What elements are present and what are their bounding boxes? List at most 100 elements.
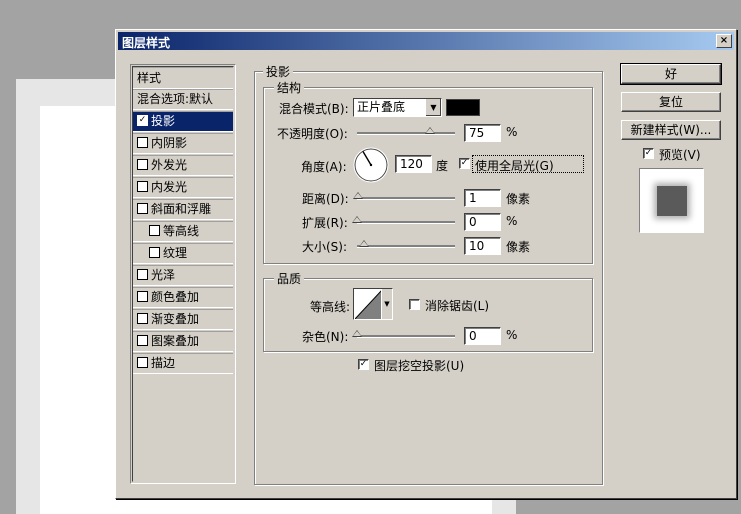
outer-glow-checkbox[interactable] [137,159,148,170]
size-slider-thumb[interactable] [359,240,369,247]
styles-list-header[interactable]: 样式 [133,67,233,89]
inner-glow-checkbox[interactable] [137,181,148,192]
ok-button[interactable]: 好 [620,63,722,85]
style-item-drop-shadow[interactable]: ✓ 投影 [133,111,233,132]
style-item-label: 光泽 [151,268,176,282]
contour-dropdown-icon[interactable]: ▼ [381,289,392,319]
distance-unit: 像素 [506,192,531,206]
pattern-overlay-checkbox[interactable] [137,335,148,346]
style-item-label: 内阴影 [151,136,188,150]
drop-shadow-section-title: 投影 [263,63,294,80]
style-item-label: 内发光 [151,180,188,194]
style-item-contour[interactable]: 等高线 [133,221,233,242]
blend-mode-select[interactable]: 正片叠底 ▼ [353,98,442,117]
distance-slider-thumb[interactable] [353,192,363,199]
close-button[interactable]: × [716,34,732,48]
dialog-titlebar[interactable]: 图层样式 × [118,32,734,50]
style-item-label: 斜面和浮雕 [151,202,212,216]
size-slider-track[interactable] [357,245,455,248]
style-item-label: 图案叠加 [151,334,200,348]
opacity-input[interactable]: 75 [464,124,501,142]
style-item-satin[interactable]: 光泽 [133,265,233,286]
contour-checkbox[interactable] [149,225,160,236]
style-item-label: 渐变叠加 [151,312,200,326]
angle-unit: 度 [436,159,449,173]
global-light-checkbox[interactable]: ✓ [459,158,470,169]
styles-list-inner: 样式 混合选项:默认 ✓ 投影 内阴影 外发光 内发光 斜面和浮雕 等高线 纹理… [132,66,234,482]
gradient-overlay-checkbox[interactable] [137,313,148,324]
styles-list: 样式 混合选项:默认 ✓ 投影 内阴影 外发光 内发光 斜面和浮雕 等高线 纹理… [130,64,236,484]
new-style-button[interactable]: 新建样式(W)... [621,120,721,140]
style-item-label: 颜色叠加 [151,290,200,304]
spread-unit: % [506,214,518,228]
size-unit: 像素 [506,240,531,254]
spread-label: 扩展(R): [302,216,348,230]
style-item-inner-shadow[interactable]: 内阴影 [133,133,233,154]
noise-label: 杂色(N): [302,330,349,344]
spread-slider-track[interactable] [357,221,455,224]
global-light-label[interactable]: 使用全局光(G) [475,157,554,174]
contour-curve-icon [355,290,382,319]
structure-title: 结构 [274,79,305,96]
style-item-inner-glow[interactable]: 内发光 [133,177,233,198]
layer-style-dialog: 图层样式 × 样式 混合选项:默认 ✓ 投影 内阴影 外发光 内发光 斜面和浮雕… [115,29,737,499]
noise-slider-track[interactable] [357,335,455,338]
noise-input[interactable]: 0 [464,327,501,345]
style-item-label: 外发光 [151,158,188,172]
shadow-color-swatch[interactable] [446,99,480,116]
spread-slider-thumb[interactable] [352,216,362,223]
distance-label: 距离(D): [302,192,349,206]
blend-options-item[interactable]: 混合选项:默认 [133,89,233,110]
angle-input[interactable]: 120 [395,155,432,173]
contour-label: 等高线: [310,300,351,314]
stroke-checkbox[interactable] [137,357,148,368]
style-item-outer-glow[interactable]: 外发光 [133,155,233,176]
quality-title: 品质 [274,270,305,287]
opacity-slider-thumb[interactable] [425,127,435,134]
knockout-label[interactable]: 图层挖空投影(U) [374,357,464,374]
angle-label: 角度(A): [301,160,347,174]
distance-slider-track[interactable] [357,197,455,200]
noise-slider-thumb[interactable] [352,330,362,337]
style-item-gradient-overlay[interactable]: 渐变叠加 [133,309,233,330]
contour-picker[interactable]: ▼ [353,288,393,320]
style-item-color-overlay[interactable]: 颜色叠加 [133,287,233,308]
style-preview [639,168,704,233]
size-input[interactable]: 10 [464,237,501,255]
texture-checkbox[interactable] [149,247,160,258]
opacity-label: 不透明度(O): [277,127,348,141]
size-label: 大小(S): [302,240,348,254]
style-item-label: 投影 [151,114,176,128]
style-item-stroke[interactable]: 描边 [133,353,233,374]
satin-checkbox[interactable] [137,269,148,280]
preview-label[interactable]: 预览(V) [659,146,701,163]
close-icon: × [719,35,729,46]
style-item-pattern-overlay[interactable]: 图案叠加 [133,331,233,352]
style-item-bevel-emboss[interactable]: 斜面和浮雕 [133,199,233,220]
inner-shadow-checkbox[interactable] [137,137,148,148]
spread-input[interactable]: 0 [464,213,501,231]
antialias-checkbox[interactable] [409,299,420,310]
reset-button[interactable]: 复位 [621,92,721,112]
style-item-texture[interactable]: 纹理 [133,243,233,264]
distance-input[interactable]: 1 [464,189,501,207]
noise-unit: % [506,328,518,342]
style-item-label: 等高线 [163,224,200,238]
antialias-label[interactable]: 消除锯齿(L) [425,297,489,314]
color-overlay-checkbox[interactable] [137,291,148,302]
preview-checkbox[interactable]: ✓ [643,148,654,159]
style-item-label: 描边 [151,356,176,370]
opacity-slider-track[interactable] [357,132,455,135]
style-item-label: 纹理 [163,246,188,260]
dialog-title: 图层样式 [122,36,171,50]
drop-shadow-checkbox[interactable]: ✓ [137,115,148,126]
blend-mode-value: 正片叠底 [357,100,406,114]
opacity-unit: % [506,125,518,139]
blend-options-label: 混合选项:默认 [137,92,214,106]
preview-swatch [657,186,687,216]
bevel-emboss-checkbox[interactable] [137,203,148,214]
blend-mode-label: 混合模式(B): [279,102,349,116]
knockout-checkbox[interactable]: ✓ [358,359,369,370]
chevron-down-icon: ▼ [425,99,441,116]
angle-dial[interactable] [353,147,389,183]
